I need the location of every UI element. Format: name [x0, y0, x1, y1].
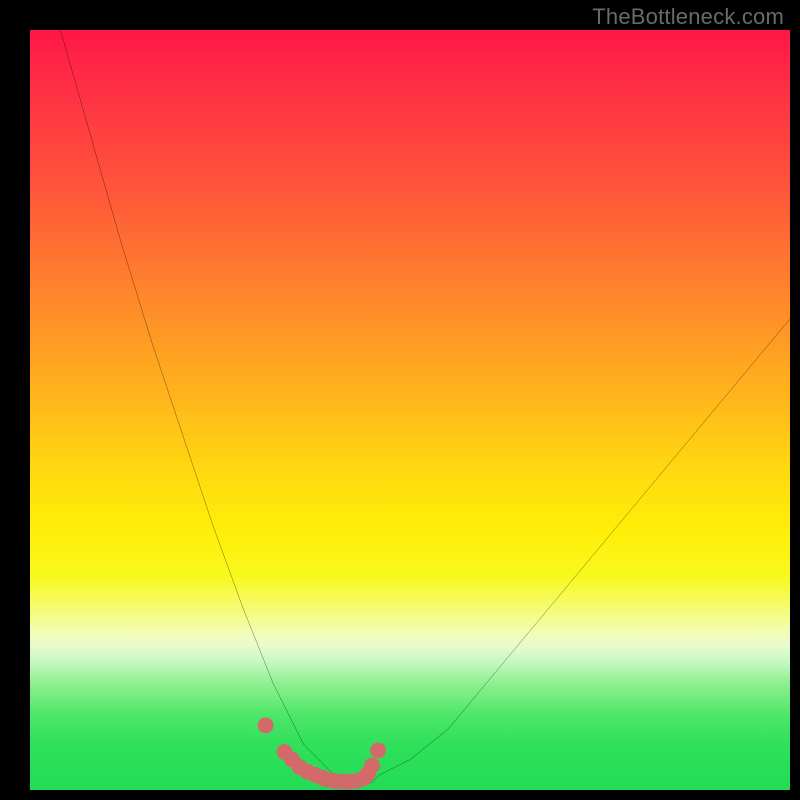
curve-marker-dot: [258, 717, 274, 733]
watermark-text: TheBottleneck.com: [592, 4, 784, 30]
chart-frame: [30, 30, 790, 790]
bottleneck-curve-svg: [30, 30, 790, 790]
curve-markers: [258, 717, 386, 789]
curve-marker-dot: [364, 758, 380, 774]
curve-marker-dot: [370, 743, 386, 759]
bottleneck-curve-line: [60, 30, 790, 782]
